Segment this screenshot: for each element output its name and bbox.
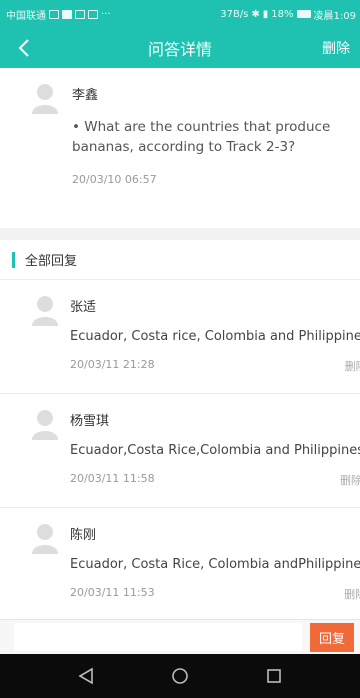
battery-icon bbox=[296, 10, 311, 18]
delete-reply-button[interactable]: 删除 bbox=[340, 472, 360, 488]
reply-input[interactable] bbox=[14, 623, 302, 651]
reply-time: 20/03/11 21:28 bbox=[70, 358, 155, 371]
replies-title: 全部回复 bbox=[25, 254, 78, 269]
reply-item: 张适 Ecuador, Costa rice, Colombia and Phi… bbox=[0, 280, 360, 394]
avatar-icon bbox=[30, 294, 60, 326]
bluetooth-icon: ✱ bbox=[251, 8, 260, 20]
system-nav-bar bbox=[0, 654, 360, 698]
network-speed: 37B/s bbox=[220, 8, 249, 20]
page-title: 问答详情 bbox=[147, 40, 212, 59]
reply-input-bar: 回复 bbox=[0, 619, 360, 654]
notification-icon bbox=[49, 9, 59, 19]
clock: 凌晨1:09 bbox=[313, 10, 356, 22]
more-dots: ··· bbox=[101, 8, 111, 20]
message-icon bbox=[62, 9, 72, 19]
accent-bar bbox=[12, 251, 15, 268]
delete-reply-button[interactable]: 删除 bbox=[344, 586, 360, 602]
question-card: 李鑫 • What are the countries that produce… bbox=[0, 68, 360, 228]
delete-reply-button[interactable]: 删除 bbox=[345, 358, 360, 374]
reply-time: 20/03/11 11:53 bbox=[70, 586, 155, 599]
divider bbox=[0, 228, 360, 240]
reply-author: 杨雪琪 bbox=[70, 414, 110, 429]
reply-item: 杨雪琪 Ecuador,Costa Rice,Colombia and Phil… bbox=[0, 394, 360, 508]
back-triangle-icon[interactable] bbox=[74, 664, 98, 688]
app-icon bbox=[75, 9, 85, 19]
chevron-left-icon[interactable] bbox=[18, 36, 42, 60]
delete-question-button[interactable]: 删除 bbox=[322, 38, 350, 58]
signal-icon: ▮ bbox=[262, 8, 269, 20]
avatar-icon bbox=[30, 522, 60, 554]
status-bar: 中国联通 ··· 37B/s ✱ ▮ 18% 凌晨1:09 bbox=[0, 0, 360, 28]
question-text: • What are the countries that produce ba… bbox=[72, 119, 331, 155]
carrier-label: 中国联通 bbox=[6, 10, 46, 22]
avatar-icon bbox=[30, 82, 60, 114]
battery-percent: 18% bbox=[271, 8, 294, 20]
reply-item: 陈刚 Ecuador, Costa Rice, Colombia andPhil… bbox=[0, 508, 360, 622]
reply-time: 20/03/11 11:58 bbox=[70, 472, 155, 485]
question-time: 20/03/10 06:57 bbox=[72, 173, 157, 186]
reply-text: Ecuador, Costa Rice, Colombia andPhilipp… bbox=[70, 557, 360, 572]
replies-header: 全部回复 bbox=[0, 240, 360, 280]
reply-author: 陈刚 bbox=[70, 528, 97, 543]
image-icon bbox=[88, 9, 98, 19]
recents-square-icon[interactable] bbox=[262, 664, 286, 688]
title-bar: 问答详情 删除 bbox=[0, 28, 360, 68]
reply-author: 张适 bbox=[70, 300, 97, 315]
question-author: 李鑫 bbox=[72, 88, 99, 103]
reply-button[interactable]: 回复 bbox=[310, 622, 354, 652]
home-circle-icon[interactable] bbox=[168, 664, 192, 688]
reply-text: Ecuador,Costa Rice,Colombia and Philippi… bbox=[70, 443, 360, 458]
avatar-icon bbox=[30, 408, 60, 440]
reply-text: Ecuador, Costa rice, Colombia and Philip… bbox=[70, 329, 360, 344]
